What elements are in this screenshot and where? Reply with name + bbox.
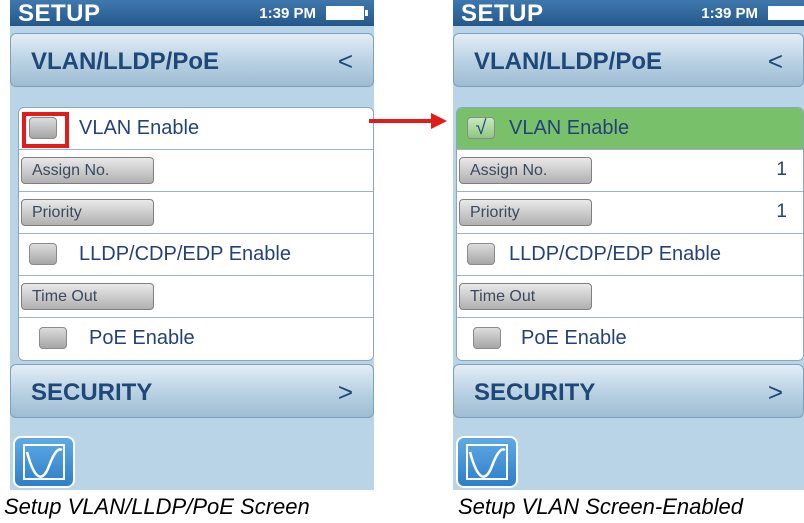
- status-bar: SETUP 1:39 PM: [453, 0, 804, 27]
- lldp-enable-checkbox[interactable]: [29, 243, 57, 265]
- priority-row: Priority: [19, 192, 373, 234]
- poe-enable-row[interactable]: PoE Enable: [457, 318, 803, 360]
- vlan-enable-row[interactable]: VLAN Enable: [19, 108, 373, 150]
- poe-enable-checkbox[interactable]: [39, 327, 67, 349]
- expand-chevron-icon[interactable]: >: [338, 377, 353, 408]
- poe-enable-label: PoE Enable: [521, 327, 627, 349]
- setup-screen-right: SETUP 1:39 PM VLAN/LLDP/PoE < √ VLAN Ena…: [453, 0, 804, 490]
- status-time: 1:39 PM: [259, 5, 316, 22]
- graph-icon[interactable]: [13, 436, 75, 488]
- status-title: SETUP: [461, 0, 544, 27]
- assign-no-button[interactable]: Assign No.: [21, 157, 154, 184]
- setup-screen-left: SETUP 1:39 PM VLAN/LLDP/PoE < VLAN Enabl…: [10, 0, 374, 490]
- status-bar: SETUP 1:39 PM: [10, 0, 374, 27]
- priority-button[interactable]: Priority: [459, 199, 592, 226]
- transition-arrow: [369, 119, 433, 123]
- priority-button[interactable]: Priority: [21, 199, 154, 226]
- time-out-button[interactable]: Time Out: [21, 283, 154, 310]
- status-time: 1:39 PM: [701, 5, 758, 22]
- poe-enable-checkbox[interactable]: [473, 327, 501, 349]
- assign-no-value: 1: [776, 159, 787, 180]
- section-title: VLAN/LLDP/PoE: [31, 48, 220, 75]
- settings-list: √ VLAN Enable Assign No. 1 Priority 1 LL…: [456, 107, 804, 361]
- lldp-enable-checkbox[interactable]: [467, 243, 495, 265]
- poe-enable-row[interactable]: PoE Enable: [19, 318, 373, 360]
- vlan-lldp-poe-header[interactable]: VLAN/LLDP/PoE <: [10, 33, 374, 87]
- graph-icon[interactable]: [456, 436, 518, 488]
- security-header[interactable]: SECURITY >: [453, 364, 804, 418]
- vlan-enable-checkbox[interactable]: √: [467, 117, 495, 139]
- caption-right: Setup VLAN Screen-Enabled: [458, 494, 743, 519]
- battery-icon: [326, 6, 368, 20]
- section-title: SECURITY: [474, 379, 596, 406]
- highlight-box: [22, 112, 69, 148]
- collapse-chevron-icon[interactable]: <: [338, 46, 353, 77]
- expand-chevron-icon[interactable]: >: [768, 377, 783, 408]
- vlan-enable-row[interactable]: √ VLAN Enable: [457, 108, 803, 150]
- assign-no-row: Assign No.: [19, 150, 373, 192]
- poe-enable-label: PoE Enable: [89, 327, 195, 349]
- caption-left: Setup VLAN/LLDP/PoE Screen: [4, 494, 310, 519]
- assign-no-row: Assign No. 1: [457, 150, 803, 192]
- lldp-enable-label: LLDP/CDP/EDP Enable: [79, 243, 291, 265]
- battery-icon: [768, 6, 804, 20]
- lldp-enable-row[interactable]: LLDP/CDP/EDP Enable: [19, 234, 373, 276]
- vlan-lldp-poe-header[interactable]: VLAN/LLDP/PoE <: [453, 33, 804, 87]
- assign-no-button[interactable]: Assign No.: [459, 157, 592, 184]
- section-title: VLAN/LLDP/PoE: [474, 48, 663, 75]
- lldp-enable-row[interactable]: LLDP/CDP/EDP Enable: [457, 234, 803, 276]
- vlan-enable-label: VLAN Enable: [509, 117, 630, 139]
- time-out-row: Time Out: [19, 276, 373, 318]
- time-out-row: Time Out: [457, 276, 803, 318]
- security-header[interactable]: SECURITY >: [10, 364, 374, 418]
- collapse-chevron-icon[interactable]: <: [768, 46, 783, 77]
- settings-list: VLAN Enable Assign No. Priority LLDP/CDP…: [18, 107, 374, 361]
- vlan-enable-label: VLAN Enable: [79, 117, 200, 139]
- lldp-enable-label: LLDP/CDP/EDP Enable: [509, 243, 721, 265]
- time-out-button[interactable]: Time Out: [459, 283, 592, 310]
- arrow-head-icon: [431, 113, 447, 129]
- priority-row: Priority 1: [457, 192, 803, 234]
- priority-value: 1: [776, 201, 787, 222]
- section-title: SECURITY: [31, 379, 153, 406]
- status-title: SETUP: [18, 0, 101, 27]
